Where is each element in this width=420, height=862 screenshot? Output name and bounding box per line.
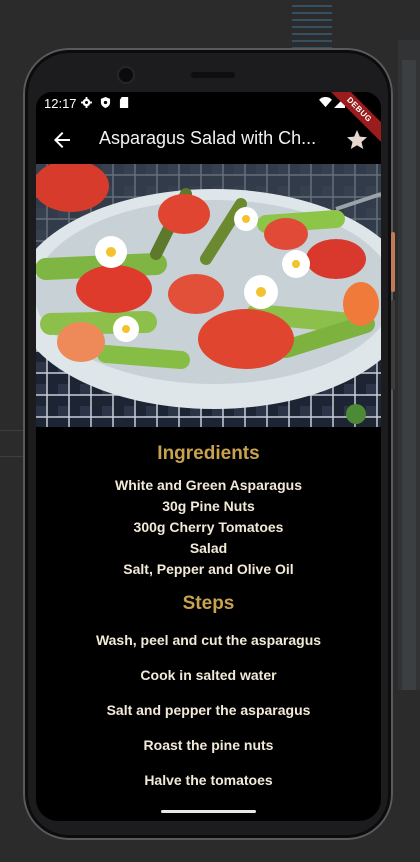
ingredients-heading: Ingredients bbox=[157, 443, 260, 464]
steps-heading: Steps bbox=[182, 593, 235, 614]
recipe-photo bbox=[36, 164, 381, 427]
recipe-details: Ingredients White and Green Asparagus 30… bbox=[36, 427, 381, 798]
back-arrow-icon[interactable] bbox=[50, 128, 74, 152]
step-item: Halve the tomatoes bbox=[144, 772, 273, 788]
steps-list: Wash, peel and cut the asparagus Cook in… bbox=[36, 623, 381, 798]
status-time: 12:17 bbox=[44, 96, 77, 111]
settings-gear-icon bbox=[81, 97, 92, 108]
status-bar: 12:17 DEBUG bbox=[36, 92, 381, 148]
shield-icon bbox=[100, 97, 111, 108]
ingredient-item: Salad bbox=[189, 540, 228, 556]
ingredients-list: White and Green Asparagus 30g Pine Nuts … bbox=[36, 475, 381, 580]
power-button[interactable] bbox=[391, 232, 395, 292]
sd-card-icon bbox=[119, 97, 129, 108]
volume-button[interactable] bbox=[391, 300, 395, 390]
home-gesture-bar[interactable] bbox=[161, 810, 256, 813]
app-screen: 12:17 DEBUG Asparagus Salad with Ch... I… bbox=[36, 92, 381, 821]
app-bar: Asparagus Salad with Ch... bbox=[36, 116, 381, 164]
ingredient-item: White and Green Asparagus bbox=[115, 477, 302, 493]
speaker-grille bbox=[191, 72, 235, 78]
ide-scrollbar[interactable] bbox=[402, 60, 416, 690]
step-item: Cook in salted water bbox=[140, 667, 277, 683]
camera-icon bbox=[119, 68, 133, 82]
page-title: Asparagus Salad with Ch... bbox=[99, 128, 317, 148]
wifi-icon bbox=[319, 97, 332, 108]
ingredient-item: Salt, Pepper and Olive Oil bbox=[123, 561, 294, 577]
step-item: Wash, peel and cut the asparagus bbox=[95, 632, 322, 648]
step-item: Salt and pepper the asparagus bbox=[106, 702, 311, 718]
ingredient-item: 300g Cherry Tomatoes bbox=[133, 519, 284, 535]
step-item: Roast the pine nuts bbox=[143, 737, 274, 753]
favorite-star-icon[interactable] bbox=[345, 128, 369, 152]
ingredient-item: 30g Pine Nuts bbox=[162, 498, 255, 514]
